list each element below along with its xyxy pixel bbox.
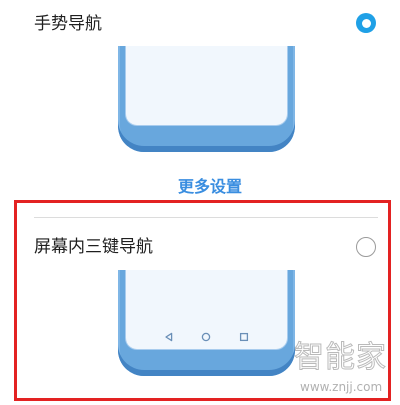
- more-settings-link[interactable]: 更多设置: [150, 176, 270, 198]
- gesture-nav-radio[interactable]: [356, 13, 376, 33]
- gesture-nav-label: 手势导航: [34, 14, 102, 34]
- watermark-url: www.znjj.com: [300, 380, 383, 394]
- phone-screen: [125, 46, 288, 126]
- gesture-nav-option[interactable]: 手势导航: [0, 2, 400, 46]
- radio-selected-dot: [361, 18, 371, 28]
- watermark-logo: 智能家: [294, 340, 387, 376]
- gesture-nav-preview[interactable]: [118, 46, 295, 152]
